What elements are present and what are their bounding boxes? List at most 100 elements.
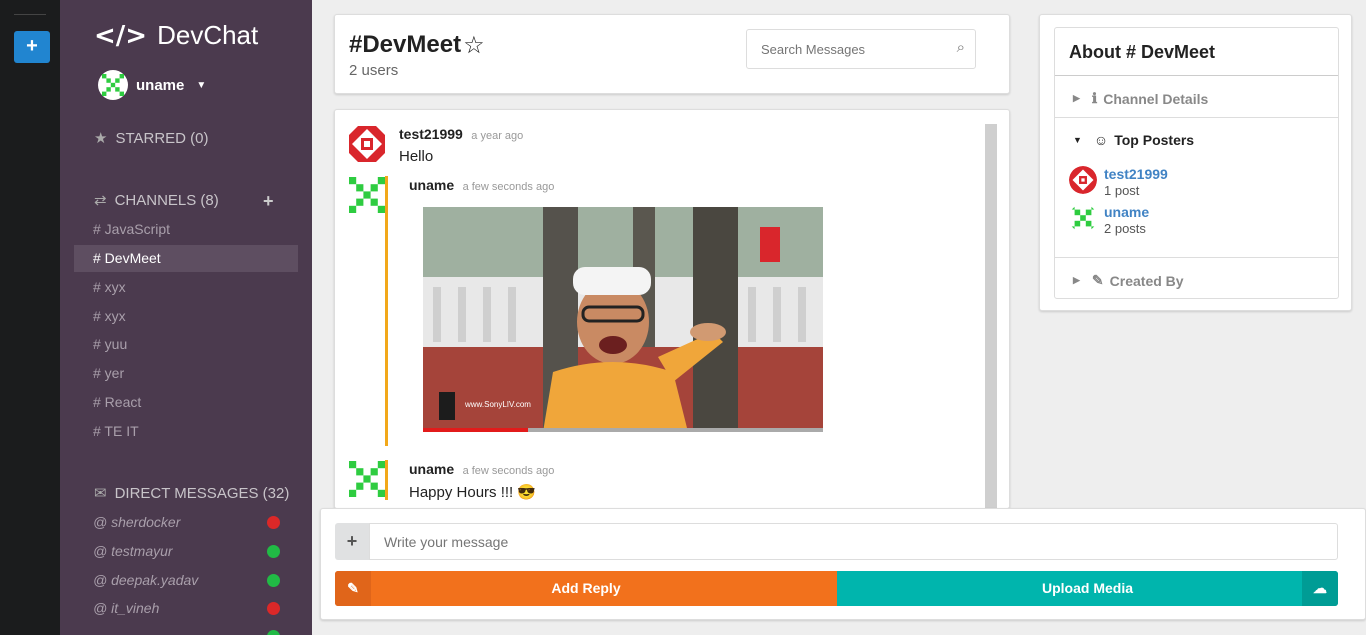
add-attachment-button[interactable]: +: [335, 523, 369, 560]
search-box: ⌕: [746, 29, 976, 69]
message-time: a few seconds ago: [462, 181, 555, 193]
rail-divider: [14, 14, 46, 15]
upload-media-label: Upload Media: [1041, 580, 1133, 596]
search-icon[interactable]: ⌕: [957, 39, 965, 56]
dm-name: @ sherdocker: [93, 514, 181, 530]
search-input[interactable]: [747, 30, 937, 68]
channel-name: #DevMeet: [349, 31, 462, 58]
dm-item[interactable]: @ sherdocker: [74, 509, 298, 536]
uname-avatar: [349, 461, 385, 497]
dm-name: @ deepak.yadav: [93, 572, 199, 588]
messages-scrollbar[interactable]: [985, 124, 997, 508]
status-online-icon: [267, 545, 280, 558]
chevron-right-icon: ▶: [1073, 93, 1080, 103]
chevron-down-icon: ▼: [1073, 135, 1082, 145]
about-accordion: About # DevMeet ▶ ℹ Channel Details ▼ ☺ …: [1054, 27, 1339, 299]
message-text: Happy Hours !!! 😎: [409, 484, 537, 501]
status-online-icon: [267, 630, 280, 635]
status-offline-icon: [267, 516, 280, 529]
message-text: Hello: [399, 148, 434, 165]
user-circle-icon: ☺: [1093, 132, 1109, 148]
message-time: a few seconds ago: [462, 465, 555, 477]
channels-label: CHANNELS (8): [114, 191, 219, 209]
channel-item[interactable]: # xyx: [74, 274, 298, 301]
sidebar: </> DevChat uname ▼ ★ STARRED (0) ⇄ CHAN…: [60, 0, 312, 635]
dm-name: @ it_vineh: [93, 600, 160, 616]
dm-item-partial[interactable]: [74, 623, 298, 635]
channel-item[interactable]: # xyx: [74, 303, 298, 330]
messages-panel: test21999 a year ago Hello uname a few s…: [334, 109, 1010, 509]
poster-name[interactable]: test21999: [1104, 166, 1168, 182]
dm-item[interactable]: @ testmayur: [74, 538, 298, 565]
divider: [1055, 117, 1338, 118]
chevron-right-icon: ▶: [1073, 275, 1080, 285]
divider: [1055, 257, 1338, 258]
media-watermark-site: www.SonyLIV.com: [464, 400, 531, 409]
uname-avatar: [1069, 204, 1097, 232]
channel-title: #DevMeet ☆: [349, 31, 485, 59]
top-posters-label: Top Posters: [1114, 132, 1195, 148]
code-icon: </>: [94, 20, 148, 51]
user-dropdown[interactable]: uname ▼: [98, 70, 206, 100]
starred-section[interactable]: ★ STARRED (0): [94, 129, 209, 148]
test21999-avatar: [1069, 166, 1097, 194]
star-outline-icon[interactable]: ☆: [463, 31, 485, 59]
add-reply-button[interactable]: ✎ Add Reply: [335, 571, 837, 606]
dm-label: DIRECT MESSAGES (32): [114, 484, 290, 502]
star-icon: ★: [94, 130, 108, 147]
add-channel-button[interactable]: +: [263, 191, 274, 212]
dm-name: @ testmayur: [93, 543, 173, 559]
status-offline-icon: [267, 602, 280, 615]
media-image[interactable]: www.SonyLIV.com: [423, 207, 823, 432]
channel-item[interactable]: # DevMeet: [74, 245, 298, 272]
status-online-icon: [267, 574, 280, 587]
chevron-down-icon: ▼: [196, 79, 207, 91]
message-composer: + ✎ Add Reply Upload Media ☁: [320, 508, 1366, 620]
app-name: DevChat: [157, 20, 259, 50]
starred-label: STARRED (0): [115, 129, 209, 147]
created-by-toggle[interactable]: ▶ ✎ Created By: [1073, 272, 1184, 289]
channel-item[interactable]: # React: [74, 389, 298, 416]
channel-header: #DevMeet ☆ 2 users ⌕: [334, 14, 1010, 94]
test21999-avatar: [349, 126, 385, 162]
dm-item[interactable]: @ it_vineh: [74, 595, 298, 622]
channel-item[interactable]: # JavaScript: [74, 216, 298, 243]
poster-name[interactable]: uname: [1104, 204, 1149, 220]
uname-avatar: [349, 177, 385, 213]
message-input[interactable]: [370, 524, 1337, 559]
direct-messages-section: ✉ DIRECT MESSAGES (32): [94, 484, 290, 503]
channel-user-count: 2 users: [349, 62, 399, 79]
about-panel: About # DevMeet ▶ ℹ Channel Details ▼ ☺ …: [1039, 14, 1352, 311]
channel-item[interactable]: # TE IT: [74, 418, 298, 445]
channel-details-toggle[interactable]: ▶ ℹ Channel Details: [1073, 90, 1208, 107]
upload-media-button[interactable]: Upload Media ☁: [837, 571, 1338, 606]
username: uname: [136, 76, 185, 94]
created-by-label: Created By: [1109, 272, 1184, 289]
mail-icon: ✉: [94, 485, 107, 502]
channel-item[interactable]: # yuu: [74, 331, 298, 358]
add-reply-label: Add Reply: [551, 580, 621, 596]
info-icon: ℹ: [1091, 90, 1098, 106]
left-rail: +: [0, 0, 60, 635]
top-posters-toggle[interactable]: ▼ ☺ Top Posters: [1073, 132, 1194, 148]
pencil-icon: ✎: [1091, 272, 1104, 288]
cloud-upload-icon: ☁: [1302, 571, 1338, 606]
about-title: About # DevMeet: [1055, 28, 1338, 76]
message-input-wrapper: [369, 523, 1338, 560]
channels-section: ⇄ CHANNELS (8): [94, 191, 219, 210]
add-team-button[interactable]: +: [14, 31, 50, 63]
message-author[interactable]: uname: [409, 461, 454, 477]
dm-item[interactable]: @ deepak.yadav: [74, 567, 298, 594]
message-author[interactable]: test21999: [399, 126, 463, 142]
own-message-bar: [385, 460, 388, 500]
message-time: a year ago: [471, 130, 524, 142]
app-logo: </> DevChat: [94, 20, 258, 51]
user-avatar: [98, 70, 128, 100]
edit-icon: ✎: [335, 571, 371, 606]
exchange-icon: ⇄: [94, 192, 107, 209]
channel-item[interactable]: # yer: [74, 360, 298, 387]
own-message-bar: [385, 176, 388, 446]
channel-details-label: Channel Details: [1103, 90, 1209, 107]
message-author[interactable]: uname: [409, 177, 454, 193]
poster-count: 1 post: [1104, 183, 1140, 198]
